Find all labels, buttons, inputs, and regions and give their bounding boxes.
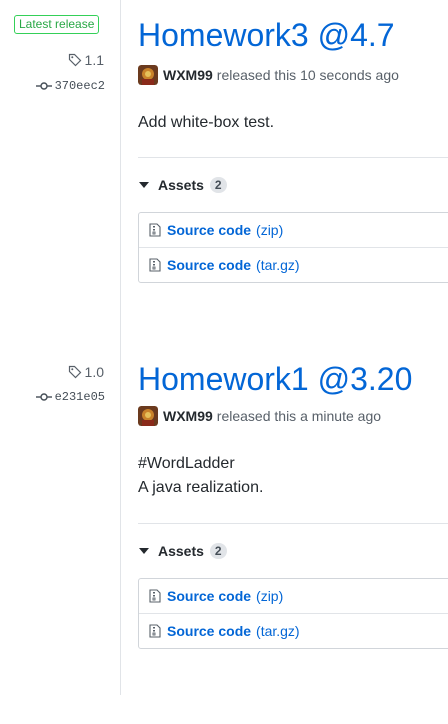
tag-label: 1.1 <box>84 52 104 68</box>
latest-release-badge: Latest release <box>14 15 100 34</box>
release-notes-line: #WordLadder <box>138 455 235 472</box>
git-commit-icon <box>35 393 52 401</box>
release-byline: WXM99 released this a minute ago <box>138 406 381 426</box>
asset-ext[interactable]: (tar.gz) <box>256 257 300 273</box>
file-zip-icon <box>149 589 161 603</box>
assets-count: 2 <box>209 543 227 559</box>
asset-link[interactable]: Source code <box>167 588 251 604</box>
release-title[interactable]: Homework3 @4.7 <box>138 16 395 54</box>
release-notes: #WordLadder A java realization. <box>138 452 263 500</box>
release-commit[interactable]: 370eec2 <box>35 79 105 93</box>
tag-icon <box>68 365 81 379</box>
assets-count: 2 <box>209 177 227 193</box>
author-name[interactable]: WXM99 <box>163 67 213 83</box>
release-tag[interactable]: 1.0 <box>68 364 104 380</box>
assets-label: Assets <box>158 177 204 193</box>
timeline-line <box>120 0 121 695</box>
file-zip-icon <box>149 223 161 237</box>
asset-ext[interactable]: (zip) <box>256 222 283 238</box>
asset-link[interactable]: Source code <box>167 222 251 238</box>
release-commit[interactable]: e231e05 <box>35 390 105 404</box>
release-notes-line: A java realization. <box>138 479 264 496</box>
release-notes-line: Add white-box test. <box>138 114 275 131</box>
commit-sha: e231e05 <box>54 390 105 404</box>
tag-label: 1.0 <box>84 364 104 380</box>
tag-icon <box>68 53 81 67</box>
author-name[interactable]: WXM99 <box>163 408 213 424</box>
asset-link[interactable]: Source code <box>167 623 251 639</box>
file-zip-icon <box>149 624 161 638</box>
commit-sha: 370eec2 <box>54 79 105 93</box>
avatar[interactable] <box>138 406 158 426</box>
assets-toggle[interactable]: Assets 2 <box>139 177 227 193</box>
released-text: released this 10 seconds ago <box>216 67 399 83</box>
asset-ext[interactable]: (zip) <box>256 588 283 604</box>
asset-item-targz[interactable]: Source code (tar.gz) <box>139 613 448 648</box>
asset-item-targz[interactable]: Source code (tar.gz) <box>139 247 448 282</box>
release-title[interactable]: Homework1 @3.20 <box>138 360 412 398</box>
asset-link[interactable]: Source code <box>167 257 251 273</box>
release-notes: Add white-box test. <box>138 111 274 135</box>
assets-toggle[interactable]: Assets 2 <box>139 543 227 559</box>
released-text: released this a minute ago <box>216 408 382 424</box>
asset-ext[interactable]: (tar.gz) <box>256 623 300 639</box>
asset-item-zip[interactable]: Source code (zip) <box>139 579 448 613</box>
avatar[interactable] <box>138 65 158 85</box>
file-zip-icon <box>149 258 161 272</box>
release-tag[interactable]: 1.1 <box>68 52 104 68</box>
git-commit-icon <box>35 82 52 90</box>
triangle-down-icon <box>139 548 149 554</box>
assets-list: Source code (zip) Source code (tar.gz) <box>138 212 448 283</box>
triangle-down-icon <box>139 182 149 188</box>
asset-item-zip[interactable]: Source code (zip) <box>139 213 448 247</box>
assets-list: Source code (zip) Source code (tar.gz) <box>138 578 448 649</box>
assets-label: Assets <box>158 543 204 559</box>
divider <box>138 157 448 158</box>
divider <box>138 523 448 524</box>
release-byline: WXM99 released this 10 seconds ago <box>138 65 399 85</box>
